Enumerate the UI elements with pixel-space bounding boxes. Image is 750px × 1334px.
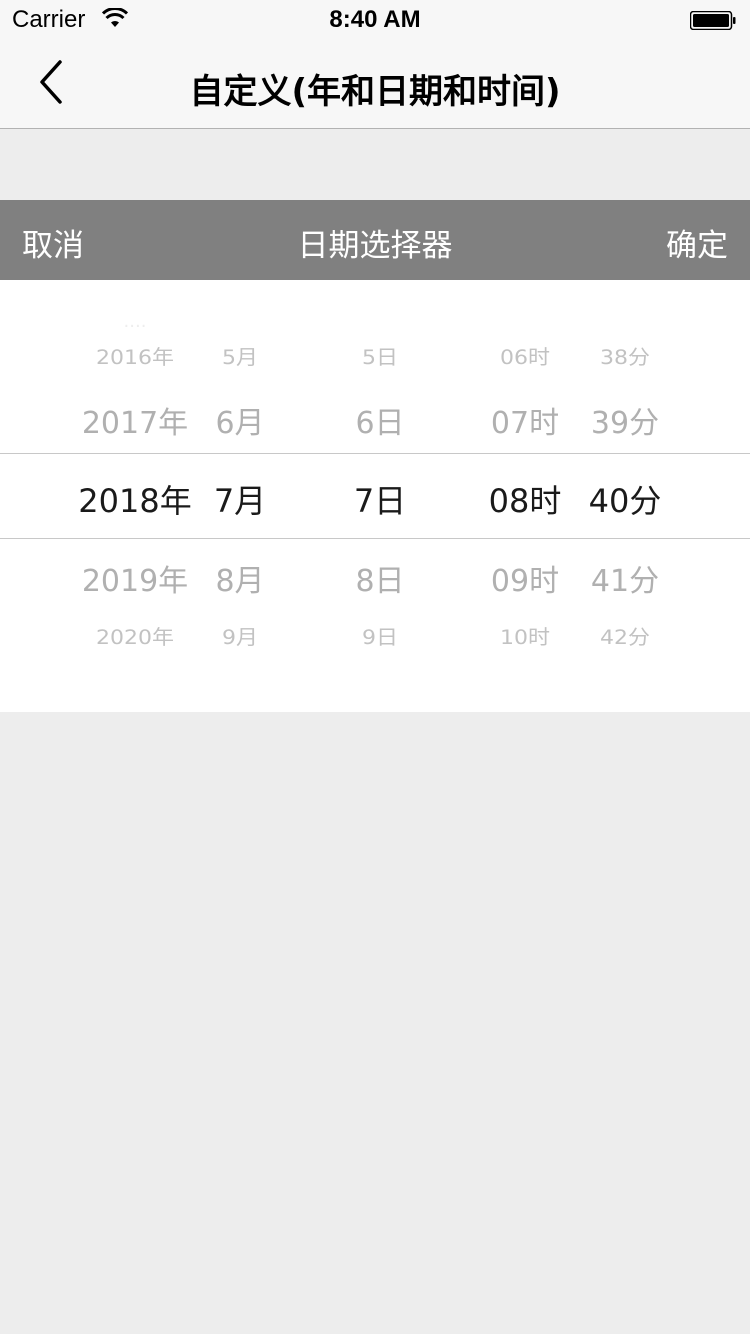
day-column[interactable]: 5日 6日 7日 8日 9日	[335, 280, 425, 712]
minute-option[interactable]: 38分	[575, 342, 675, 371]
minute-option[interactable]: 41分	[575, 556, 675, 600]
picker-title: 日期选择器	[297, 228, 453, 264]
hour-column[interactable]: 06时 07时 08时 09时 10时	[475, 280, 575, 712]
picker-toolbar: 取消 日期选择器 确定	[0, 200, 750, 280]
day-option[interactable]: 5日	[335, 342, 425, 371]
month-column[interactable]: 5月 6月 7月 8月 9月	[200, 280, 280, 712]
picker-fade-top	[0, 280, 750, 328]
month-option[interactable]: 8月	[200, 556, 280, 600]
top-bar: Carrier 8:40 AM 自定义(年和日期和时间)	[0, 0, 750, 129]
status-bar: Carrier 8:40 AM	[0, 0, 750, 40]
hour-option-selected[interactable]: 08时	[475, 476, 575, 522]
month-option[interactable]: 9月	[200, 622, 280, 651]
day-option[interactable]: 8日	[335, 556, 425, 600]
page-title: 自定义(年和日期和时间)	[189, 72, 561, 112]
navigation-bar: 自定义(年和日期和时间)	[0, 40, 750, 128]
year-column[interactable]: ···· 2016年 2017年 2018年 2019年 2020年	[70, 280, 200, 712]
year-option[interactable]: 2016年	[70, 342, 200, 371]
minute-option-selected[interactable]: 40分	[575, 476, 675, 522]
cancel-button[interactable]: 取消	[22, 220, 84, 265]
minute-option[interactable]: 42分	[575, 622, 675, 651]
day-option[interactable]: 9日	[335, 622, 425, 651]
day-option-selected[interactable]: 7日	[335, 476, 425, 522]
year-option[interactable]: 2017年	[70, 398, 200, 442]
month-option[interactable]: 5月	[200, 342, 280, 371]
year-option-selected[interactable]: 2018年	[70, 476, 200, 522]
date-picker[interactable]: ···· 2016年 2017年 2018年 2019年 2020年 5月 6月…	[0, 280, 750, 712]
picker-fade-bottom	[0, 664, 750, 712]
hour-option[interactable]: 09时	[475, 556, 575, 600]
screen: Carrier 8:40 AM 自定义(年和日期和时间) 取消 日期选择器 确定…	[0, 0, 750, 1334]
hour-option[interactable]: 07时	[475, 398, 575, 442]
hour-option[interactable]: 10时	[475, 622, 575, 651]
confirm-button[interactable]: 确定	[666, 220, 728, 265]
day-option[interactable]: 6日	[335, 398, 425, 442]
minute-option[interactable]: 39分	[575, 398, 675, 442]
status-time: 8:40 AM	[329, 6, 421, 33]
hour-option[interactable]: 06时	[475, 342, 575, 371]
year-option[interactable]: 2019年	[70, 556, 200, 600]
minute-column[interactable]: 38分 39分 40分 41分 42分	[575, 280, 675, 712]
month-option-selected[interactable]: 7月	[200, 476, 280, 522]
battery-icon	[690, 11, 736, 30]
month-option[interactable]: 6月	[200, 398, 280, 442]
year-option[interactable]: 2020年	[70, 622, 200, 651]
